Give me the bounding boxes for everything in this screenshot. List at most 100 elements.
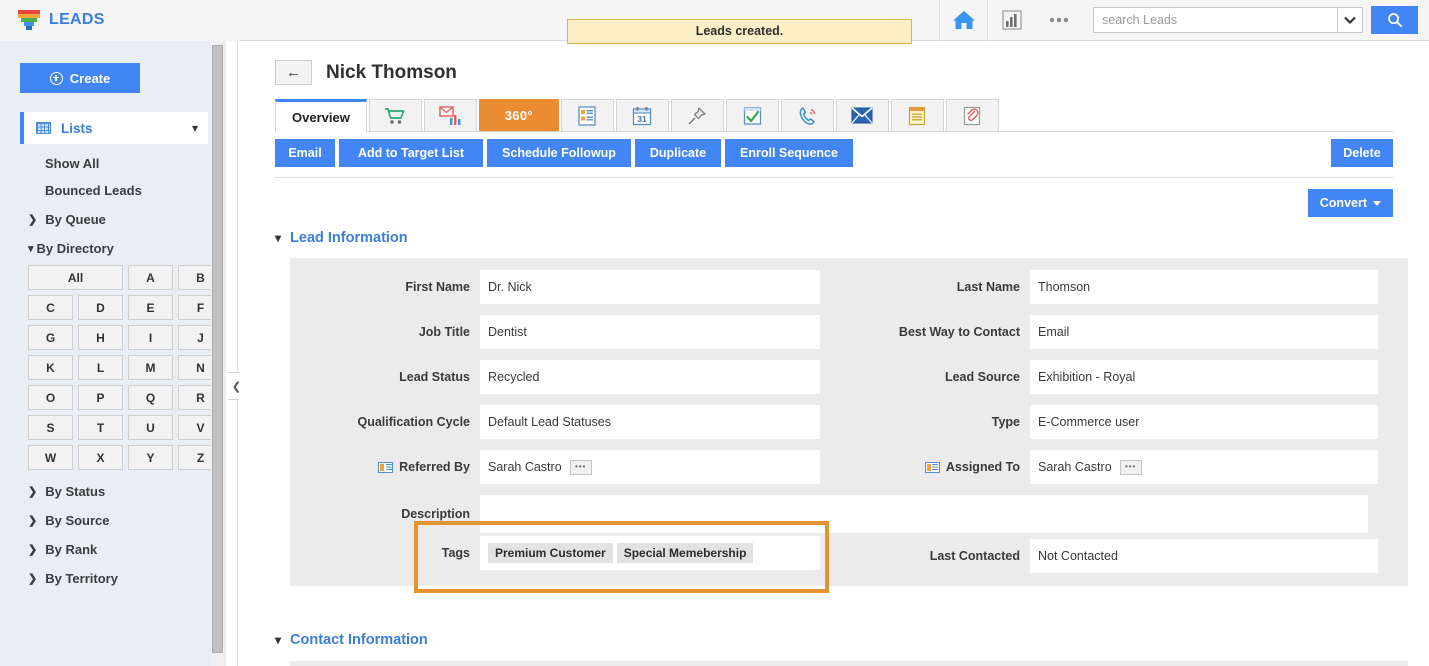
alpha-button[interactable]: A <box>128 265 173 290</box>
home-icon-svg <box>952 11 975 29</box>
tab-360[interactable]: 360° <box>478 99 559 131</box>
field-best-way-to-contact: Best Way to Contact Email <box>840 315 1378 349</box>
chevron-down-icon[interactable]: ▾ <box>192 121 198 135</box>
tab-shopping-cart[interactable] <box>368 99 422 131</box>
alpha-button[interactable]: M <box>128 355 173 380</box>
alpha-button[interactable]: W <box>28 445 73 470</box>
field-description: Description <box>290 495 1368 533</box>
email-button[interactable]: Email <box>275 139 335 167</box>
sidebar-scrollbar-thumb[interactable] <box>212 45 223 653</box>
field-assigned-to-value-wrap[interactable]: Sarah Castro ••• <box>1030 450 1378 484</box>
alpha-button[interactable]: X <box>78 445 123 470</box>
alpha-button[interactable]: Q <box>128 385 173 410</box>
search-module-dropdown[interactable] <box>1337 7 1363 33</box>
field-type-label: Type <box>991 415 1020 429</box>
field-last-name-label: Last Name <box>956 280 1020 294</box>
sidebar-group-by-status-label: By Status <box>45 484 106 499</box>
back-button[interactable]: ← <box>275 60 312 85</box>
tab-email-analytics[interactable] <box>423 99 477 131</box>
search-button[interactable] <box>1371 6 1418 34</box>
alpha-button[interactable]: D <box>78 295 123 320</box>
sidebar-group-by-directory[interactable]: ▾ By Directory <box>28 241 226 256</box>
field-last-name-value[interactable]: Thomson <box>1030 270 1378 304</box>
app-brand[interactable]: LEADS <box>0 0 240 41</box>
field-tags-label: Tags <box>441 546 470 560</box>
alpha-button-all[interactable]: All <box>28 265 123 290</box>
field-type-value[interactable]: E-Commerce user <box>1030 405 1378 439</box>
sidebar-item-lists[interactable]: Lists ▾ <box>20 112 208 144</box>
attachment-icon <box>964 106 981 125</box>
field-lead-status: Lead Status Recycled <box>290 360 820 394</box>
convert-button[interactable]: Convert <box>1307 189 1393 217</box>
create-button[interactable]: Create <box>20 63 140 93</box>
referred-by-more-button[interactable]: ••• <box>569 459 592 475</box>
alpha-button[interactable]: C <box>28 295 73 320</box>
field-qualification-cycle-value[interactable]: Default Lead Statuses <box>480 405 820 439</box>
alpha-button[interactable]: T <box>78 415 123 440</box>
alpha-button[interactable]: U <box>128 415 173 440</box>
tag-chip[interactable]: Special Memebership <box>616 543 754 563</box>
add-to-target-list-button[interactable]: Add to Target List <box>339 139 483 167</box>
delete-button[interactable]: Delete <box>1331 139 1393 167</box>
alpha-button[interactable]: H <box>78 325 123 350</box>
tab-email[interactable] <box>835 99 889 131</box>
field-job-title-value[interactable]: Dentist <box>480 315 820 349</box>
tab-notes[interactable] <box>890 99 944 131</box>
assigned-to-more-button[interactable]: ••• <box>1119 459 1142 475</box>
id-card-icon <box>924 461 940 473</box>
search-input[interactable]: search Leads <box>1093 7 1337 33</box>
ellipsis-icon[interactable] <box>1035 0 1083 41</box>
tab-list-details[interactable] <box>560 99 614 131</box>
tab-calendar[interactable]: 31 <box>615 99 669 131</box>
brand-label: LEADS <box>49 11 105 28</box>
sidebar-group-by-queue[interactable]: ❯ By Queue <box>28 212 226 227</box>
schedule-followup-button[interactable]: Schedule Followup <box>487 139 631 167</box>
tab-attachments[interactable] <box>945 99 999 131</box>
enroll-sequence-button[interactable]: Enroll Sequence <box>725 139 853 167</box>
sidebar-item-show-all[interactable]: Show All <box>45 156 226 171</box>
section-lead-information[interactable]: ▾ Lead Information <box>275 230 408 246</box>
field-description-value[interactable] <box>480 495 1368 533</box>
top-action-group: search Leads <box>939 0 1429 41</box>
id-card-icon <box>378 461 394 473</box>
field-last-contacted-value[interactable]: Not Contacted <box>1030 539 1378 573</box>
tab-tasks[interactable] <box>725 99 779 131</box>
duplicate-button[interactable]: Duplicate <box>635 139 721 167</box>
lead-information-panel: First Name Dr. Nick Job Title Dentist Le… <box>290 258 1408 586</box>
sidebar-group-by-status[interactable]: ❯ By Status <box>28 484 226 499</box>
home-icon[interactable] <box>939 0 987 41</box>
field-qualification-cycle-label: Qualification Cycle <box>357 415 470 429</box>
section-contact-information[interactable]: ▾ Contact Information <box>275 632 428 648</box>
bar-chart-icon[interactable] <box>987 0 1035 41</box>
alpha-button[interactable]: S <box>28 415 73 440</box>
alpha-button[interactable]: L <box>78 355 123 380</box>
tab-phone-call[interactable] <box>780 99 834 131</box>
field-referred-by-value-wrap[interactable]: Sarah Castro ••• <box>480 450 820 484</box>
field-tags-value-wrap[interactable]: Premium Customer Special Memebership <box>480 536 820 570</box>
tag-chip[interactable]: Premium Customer <box>488 543 613 563</box>
alpha-button[interactable]: K <box>28 355 73 380</box>
funnel-icon <box>18 9 40 31</box>
field-first-name-value[interactable]: Dr. Nick <box>480 270 820 304</box>
global-search: search Leads <box>1093 6 1418 34</box>
field-assigned-to-label: Assigned To <box>945 460 1020 474</box>
alpha-button[interactable]: E <box>128 295 173 320</box>
sidebar-item-bounced-leads[interactable]: Bounced Leads <box>45 183 226 198</box>
alpha-button[interactable]: G <box>28 325 73 350</box>
grid-icon <box>36 122 51 134</box>
sidebar-group-by-queue-label: By Queue <box>45 212 106 227</box>
field-first-name-label: First Name <box>405 280 470 294</box>
sidebar-group-by-rank[interactable]: ❯ By Rank <box>28 542 226 557</box>
tab-pushpin[interactable] <box>670 99 724 131</box>
field-lead-source-value[interactable]: Exhibition - Royal <box>1030 360 1378 394</box>
sidebar-group-by-source[interactable]: ❯ By Source <box>28 513 226 528</box>
tab-overview[interactable]: Overview <box>275 99 367 132</box>
field-best-way-to-contact-value[interactable]: Email <box>1030 315 1378 349</box>
alpha-button[interactable]: O <box>28 385 73 410</box>
alpha-button[interactable]: Y <box>128 445 173 470</box>
field-lead-status-value[interactable]: Recycled <box>480 360 820 394</box>
alpha-button[interactable]: P <box>78 385 123 410</box>
sidebar-group-by-territory[interactable]: ❯ By Territory <box>28 571 226 586</box>
alpha-button[interactable]: I <box>128 325 173 350</box>
field-last-name: Last Name Thomson <box>840 270 1378 304</box>
